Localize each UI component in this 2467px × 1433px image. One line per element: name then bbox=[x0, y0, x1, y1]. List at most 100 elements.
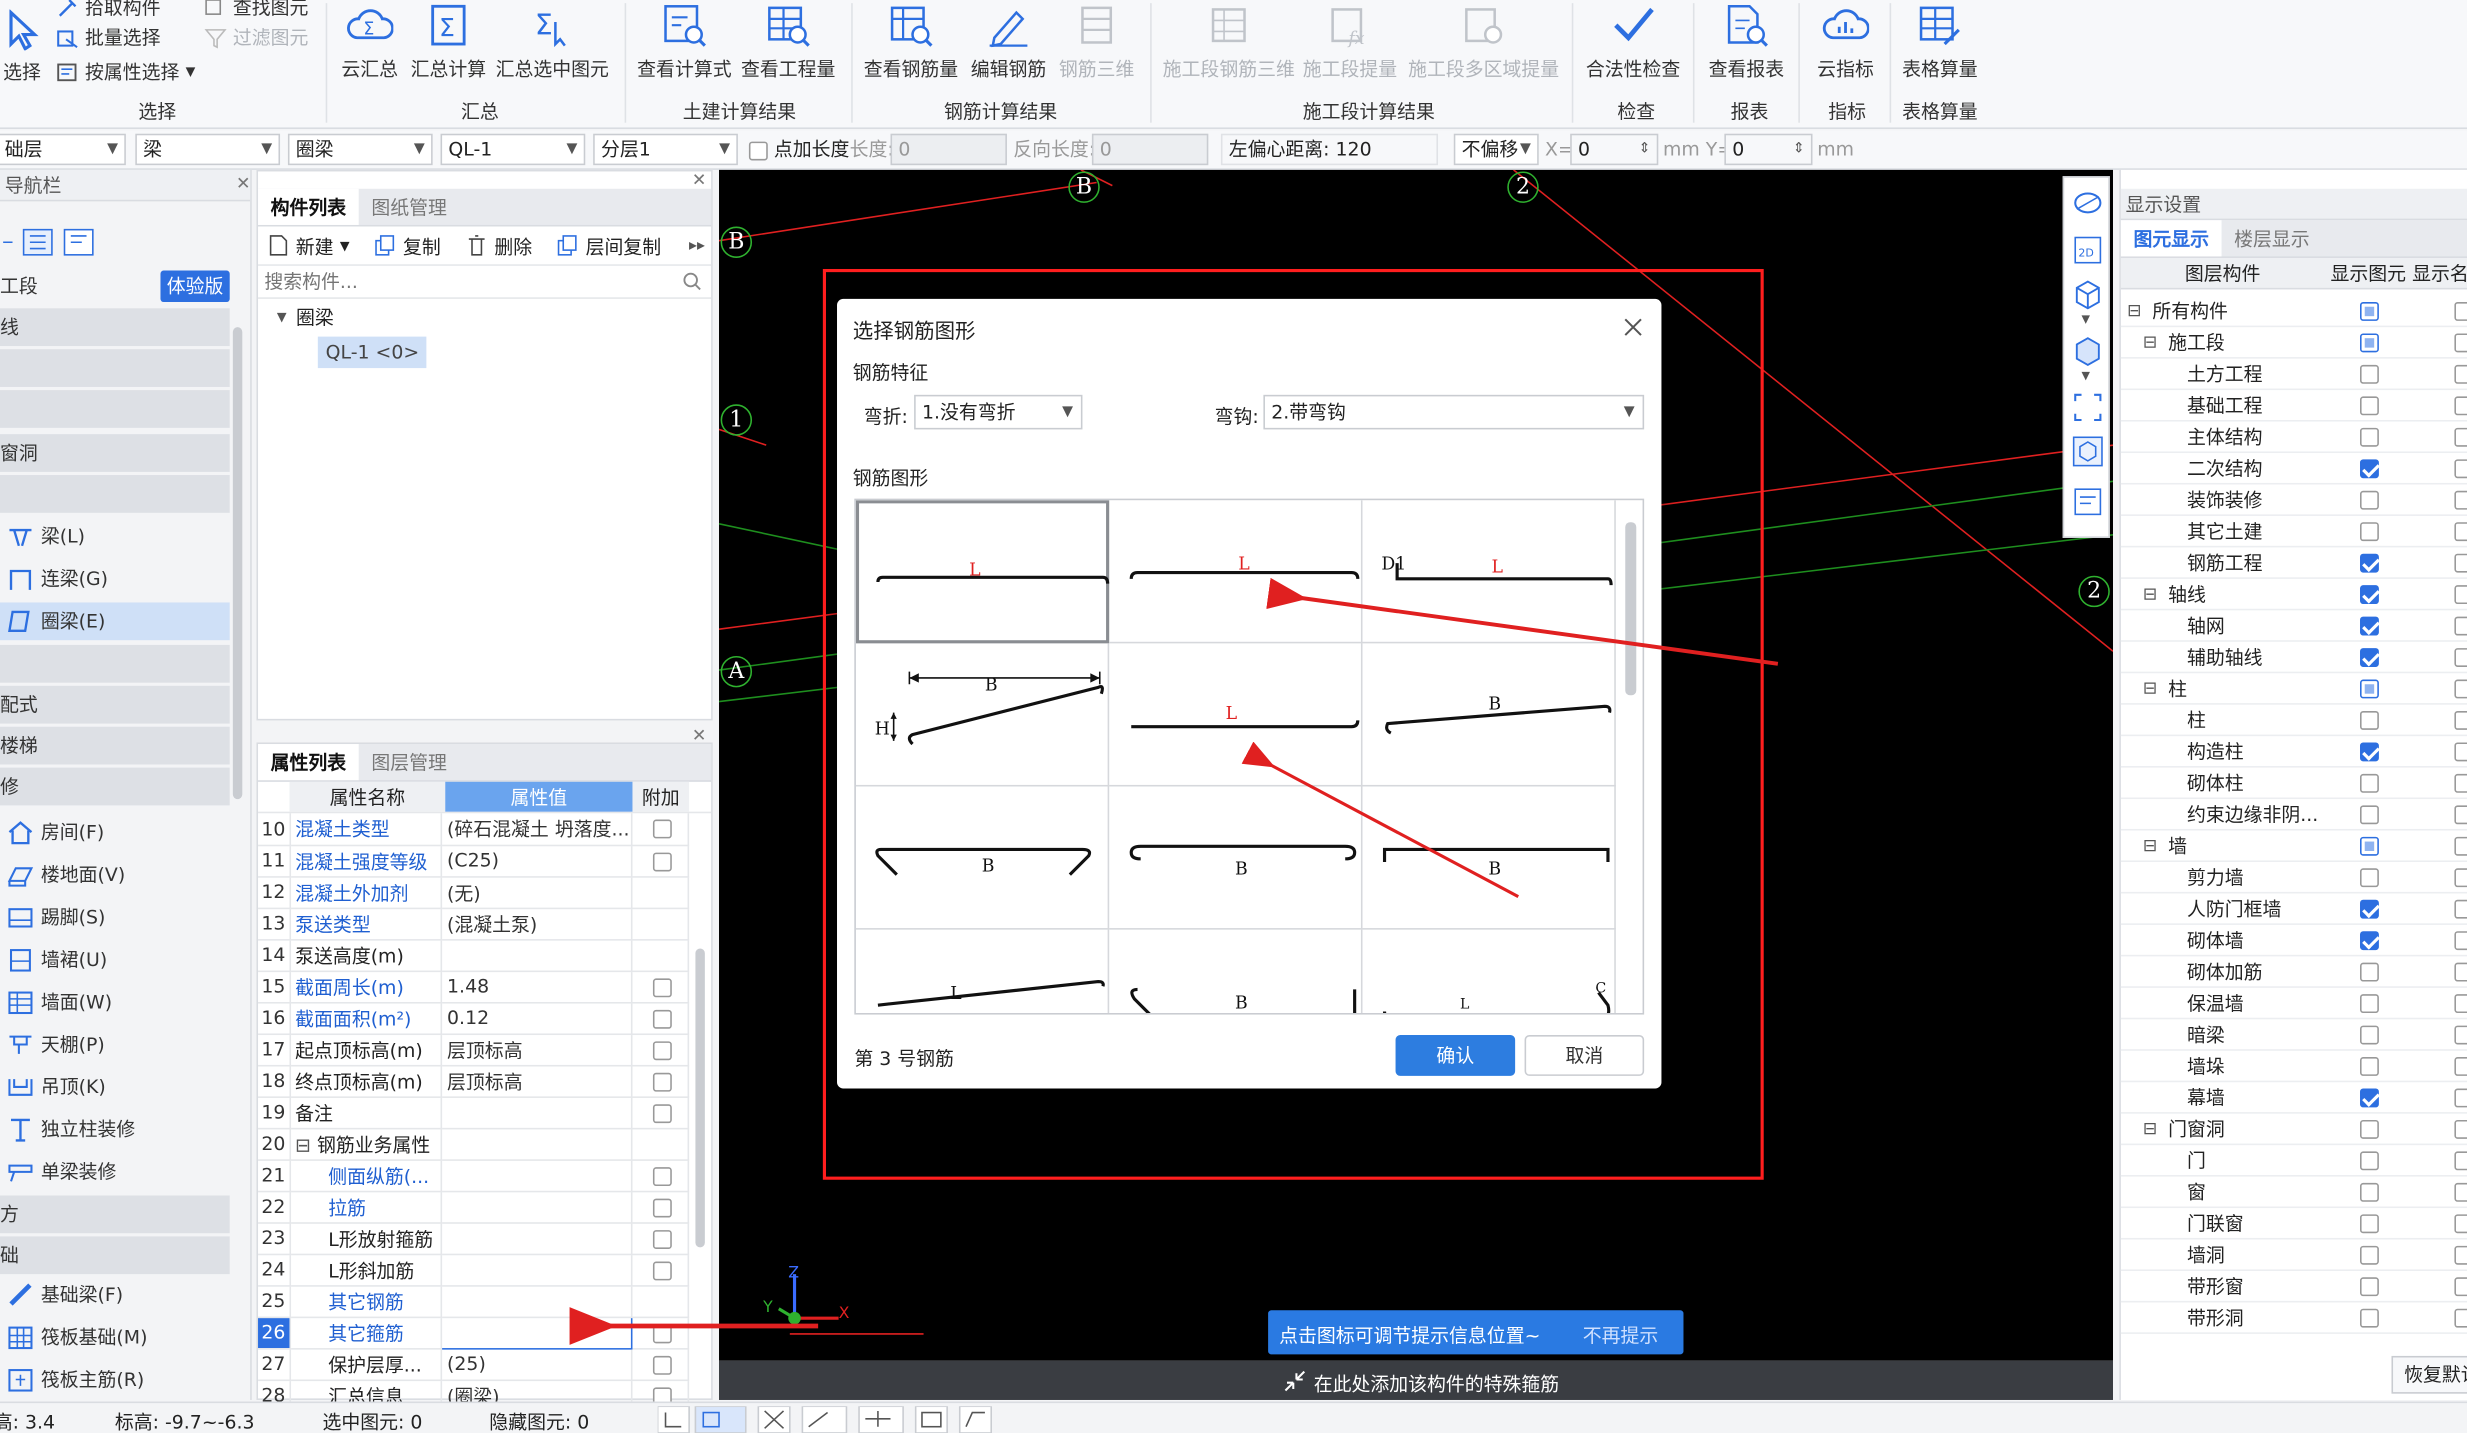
table-row[interactable]: 19 备注 bbox=[258, 1096, 690, 1129]
display-tree-row[interactable]: 二次结构 bbox=[2120, 453, 2467, 485]
show-name-checkbox[interactable] bbox=[2454, 1151, 2467, 1171]
display-tree-row[interactable]: 幕墙 bbox=[2120, 1082, 2467, 1114]
display-tree-row[interactable]: 土方工程 bbox=[2120, 359, 2467, 391]
add-checkbox[interactable] bbox=[652, 1197, 672, 1217]
legal-check-button[interactable]: 合法性检查 bbox=[1583, 0, 1684, 82]
display-tree-row[interactable]: 钢筋工程 bbox=[2120, 547, 2467, 579]
search-input[interactable] bbox=[258, 265, 636, 298]
nav-category[interactable] bbox=[0, 390, 230, 428]
show-element-checkbox[interactable] bbox=[2360, 1214, 2379, 1234]
left-offset-field[interactable]: 左偏心距离: 120 bbox=[1220, 133, 1439, 166]
filter-element-button[interactable]: 过滤图元 bbox=[204, 24, 308, 51]
show-element-checkbox[interactable] bbox=[2360, 459, 2379, 479]
property-value[interactable]: (C25) bbox=[441, 844, 633, 877]
length-input[interactable]: 0 bbox=[890, 133, 1007, 166]
property-value[interactable] bbox=[441, 939, 633, 972]
stage-multi-qty-button[interactable]: 施工段多区域提量 bbox=[1407, 0, 1561, 82]
property-value[interactable]: (25) bbox=[441, 1348, 633, 1381]
summary-selected-button[interactable]: Σ 汇总选中图元 bbox=[494, 0, 610, 82]
show-element-checkbox[interactable] bbox=[2360, 742, 2379, 762]
show-name-checkbox[interactable] bbox=[2454, 805, 2467, 825]
floor-select[interactable]: 础层 ▼ bbox=[0, 133, 126, 166]
show-name-checkbox[interactable] bbox=[2454, 868, 2467, 888]
show-element-checkbox[interactable] bbox=[2360, 1245, 2379, 1265]
show-element-checkbox[interactable] bbox=[2360, 302, 2379, 321]
bend-select[interactable]: 1.没有弯折 ▼ bbox=[914, 394, 1083, 430]
nav-item-foundation-beam[interactable]: 基础梁(F) bbox=[0, 1276, 230, 1314]
show-name-checkbox[interactable] bbox=[2454, 1245, 2467, 1265]
view-formula-button[interactable]: 查看计算式 bbox=[636, 0, 734, 82]
nav-scrollbar[interactable] bbox=[232, 327, 243, 800]
tab-property-list[interactable]: 属性列表 bbox=[258, 744, 359, 781]
display-tree-row[interactable]: ⊟ 轴线 bbox=[2120, 579, 2467, 611]
delete-button[interactable]: 删除 bbox=[494, 232, 532, 259]
display-tree-row[interactable]: 墙垛 bbox=[2120, 1051, 2467, 1083]
select-button[interactable]: 选择 bbox=[0, 3, 50, 85]
table-row[interactable]: 12 混凝土外加剂 (无) bbox=[258, 876, 690, 909]
display-tree-row[interactable]: 门联窗 bbox=[2120, 1208, 2467, 1240]
edit-rebar-button[interactable]: 编辑钢筋 bbox=[966, 0, 1051, 82]
property-value[interactable] bbox=[441, 1096, 633, 1129]
display-tree-row[interactable]: 辅助轴线 bbox=[2120, 642, 2467, 674]
nav-category[interactable] bbox=[0, 644, 230, 683]
show-element-checkbox[interactable] bbox=[2360, 1277, 2379, 1297]
tree-group-ring-beam[interactable]: ▼ 圈梁 bbox=[277, 304, 334, 331]
view-dropdown-icon-2[interactable]: ▼ bbox=[2082, 370, 2090, 383]
shape-cell-4[interactable]: BH bbox=[855, 643, 1110, 787]
table-row[interactable]: 11 混凝土强度等级 (C25) bbox=[258, 844, 690, 877]
show-element-checkbox[interactable] bbox=[2360, 1025, 2379, 1045]
property-value[interactable] bbox=[441, 1159, 633, 1192]
show-element-checkbox[interactable] bbox=[2360, 1151, 2379, 1171]
view-3d-box-icon[interactable] bbox=[2072, 278, 2103, 310]
tree-collapse-icon[interactable]: ⊟ bbox=[2127, 296, 2142, 327]
display-tree-row[interactable]: 砌体柱 bbox=[2120, 768, 2467, 800]
display-tree-row[interactable]: 构造柱 bbox=[2120, 736, 2467, 768]
display-tree-row[interactable]: 基础工程 bbox=[2120, 390, 2467, 422]
show-element-checkbox[interactable] bbox=[2360, 396, 2379, 416]
show-element-checkbox[interactable] bbox=[2360, 648, 2379, 667]
expand-icon[interactable]: ⊟ bbox=[295, 1133, 317, 1155]
shape-cell-3[interactable]: D1 L bbox=[1362, 500, 1616, 644]
show-element-checkbox[interactable] bbox=[2360, 1119, 2379, 1139]
close-icon[interactable] bbox=[1622, 316, 1644, 338]
show-element-checkbox[interactable] bbox=[2360, 1057, 2379, 1076]
property-value[interactable] bbox=[440, 1315, 633, 1349]
show-name-checkbox[interactable] bbox=[2454, 490, 2467, 510]
show-name-checkbox[interactable] bbox=[2454, 1025, 2467, 1045]
nav-item-beam-deco[interactable]: 单梁装修 bbox=[0, 1153, 230, 1191]
nav-item-floor[interactable]: 楼地面(V) bbox=[0, 856, 230, 894]
nav-category-axis[interactable]: 线 bbox=[0, 308, 230, 347]
property-value[interactable]: 层顶标高 bbox=[441, 1064, 633, 1098]
show-element-checkbox[interactable] bbox=[2360, 522, 2379, 542]
x-input[interactable]: 0 ⇕ bbox=[1570, 133, 1659, 166]
summary-calc-button[interactable]: Σ 汇总计算 bbox=[409, 0, 488, 82]
show-element-checkbox[interactable] bbox=[2360, 773, 2379, 793]
proplist-close-icon[interactable]: ✕ bbox=[692, 725, 707, 745]
property-value[interactable]: (混凝土泵) bbox=[441, 907, 633, 940]
display-tree-row[interactable]: ⊟ 柱 bbox=[2120, 673, 2467, 705]
show-name-checkbox[interactable] bbox=[2454, 616, 2467, 636]
show-element-checkbox[interactable] bbox=[2360, 868, 2379, 888]
display-tree-row[interactable]: 其它土建 bbox=[2120, 516, 2467, 548]
view-rebar-qty-button[interactable]: 查看钢筋量 bbox=[862, 0, 960, 82]
reverse-length-input[interactable]: 0 bbox=[1091, 133, 1209, 166]
shape-cell-11[interactable]: B bbox=[1109, 929, 1363, 1014]
show-element-checkbox[interactable] bbox=[2360, 1308, 2379, 1328]
show-element-checkbox[interactable] bbox=[2360, 710, 2379, 730]
offset-mode-select[interactable]: 不偏移 ▼ bbox=[1453, 133, 1539, 166]
show-element-checkbox[interactable] bbox=[2360, 427, 2379, 447]
show-name-checkbox[interactable] bbox=[2454, 1277, 2467, 1297]
shape-cell-8[interactable]: B bbox=[1109, 786, 1363, 930]
nav-item-column-deco[interactable]: 独立柱装修 bbox=[0, 1111, 230, 1149]
display-tree-row[interactable]: 窗 bbox=[2120, 1177, 2467, 1209]
display-tree-row[interactable]: 装饰装修 bbox=[2120, 484, 2467, 516]
show-element-checkbox[interactable] bbox=[2360, 333, 2379, 353]
attr-select-button[interactable]: 按属性选择 ▼ bbox=[57, 58, 195, 85]
property-value[interactable]: (无) bbox=[441, 876, 633, 909]
table-row[interactable]: 25 其它钢筋 bbox=[258, 1285, 690, 1318]
tab-component-list[interactable]: 构件列表 bbox=[258, 188, 359, 225]
nav-category-earthwork[interactable]: 方 bbox=[0, 1195, 230, 1234]
add-checkbox[interactable] bbox=[652, 819, 672, 839]
nav-item-ceiling[interactable]: 天棚(P) bbox=[0, 1026, 230, 1064]
show-element-checkbox[interactable] bbox=[2360, 679, 2379, 699]
